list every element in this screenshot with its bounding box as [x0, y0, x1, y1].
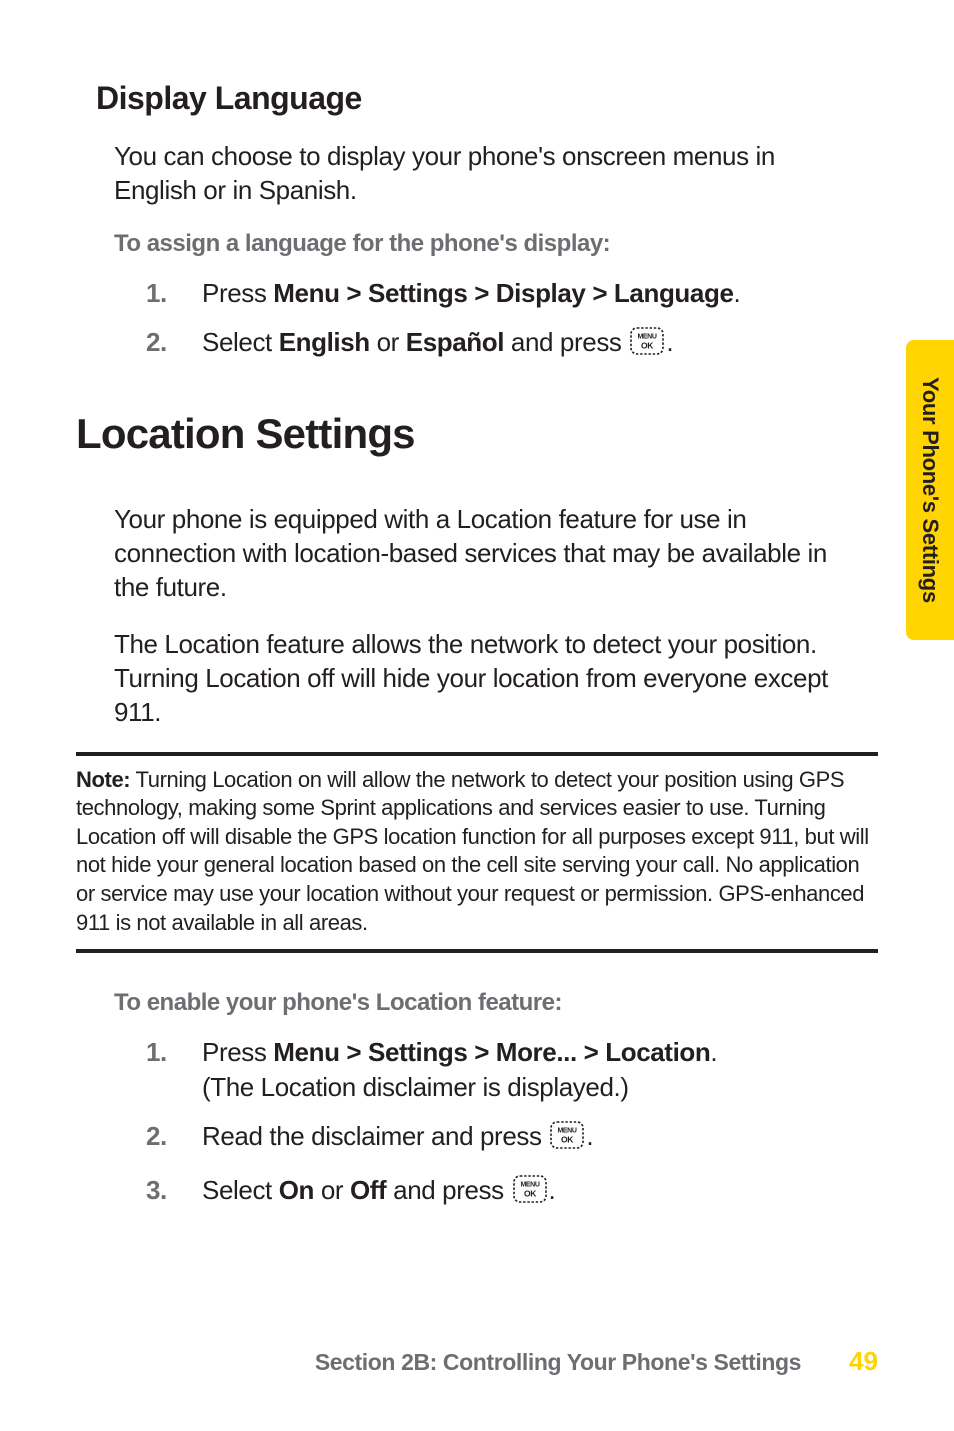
t: Read the disclaimer and press — [202, 1121, 548, 1151]
display-language-intro: You can choose to display your phone's o… — [114, 139, 848, 208]
footer-page-number: 49 — [849, 1346, 878, 1377]
step-number: 2. — [146, 325, 167, 360]
step-item: 1. Press Menu > Settings > Display > Lan… — [146, 276, 838, 311]
t: Select — [202, 1175, 279, 1205]
t: and press — [386, 1175, 510, 1205]
note-label: Note: — [76, 767, 130, 792]
option-off: Off — [350, 1175, 386, 1205]
menu-ok-key-icon — [513, 1175, 547, 1212]
step-pre: Press — [202, 278, 273, 308]
step-parenthetical: (The Location disclaimer is displayed.) — [202, 1072, 629, 1102]
location-steps: 1. Press Menu > Settings > More... > Loc… — [146, 1035, 838, 1211]
option-on: On — [279, 1175, 314, 1205]
step-post: . — [734, 278, 741, 308]
option-english: English — [279, 327, 370, 357]
page-content: Your Phone's Settings Display Language Y… — [0, 0, 954, 1431]
menu-path: Menu > Settings > Display > Language — [273, 278, 733, 308]
step-text: Press Menu > Settings > More... > Locati… — [202, 1037, 717, 1102]
option-espanol: Español — [406, 327, 504, 357]
t: . — [586, 1121, 593, 1151]
step-number: 2. — [146, 1119, 167, 1154]
t: . — [666, 327, 673, 357]
step-number: 1. — [146, 1035, 167, 1070]
step-text: Select English or Español and press . — [202, 327, 673, 357]
menu-ok-key-icon — [550, 1121, 584, 1158]
step-number: 1. — [146, 276, 167, 311]
step-item: 2. Read the disclaimer and press . — [146, 1119, 838, 1158]
step-item: 3. Select On or Off and press . — [146, 1173, 838, 1212]
step-text: Press Menu > Settings > Display > Langua… — [202, 278, 740, 308]
side-tab: Your Phone's Settings — [906, 340, 954, 640]
location-p2: The Location feature allows the network … — [114, 627, 848, 730]
menu-ok-key-icon — [630, 327, 664, 364]
step-item: 2. Select English or Español and press . — [146, 325, 838, 364]
t: Press — [202, 1037, 273, 1067]
t: . — [710, 1037, 717, 1067]
note-body: Turning Location on will allow the netwo… — [76, 767, 869, 935]
location-settings-heading: Location Settings — [76, 410, 878, 458]
step-item: 1. Press Menu > Settings > More... > Loc… — [146, 1035, 838, 1105]
t: or — [370, 327, 406, 357]
display-language-heading: Display Language — [96, 80, 878, 117]
location-p1: Your phone is equipped with a Location f… — [114, 502, 848, 605]
step-number: 3. — [146, 1173, 167, 1208]
side-tab-label: Your Phone's Settings — [917, 377, 943, 603]
t: Select — [202, 327, 279, 357]
t: or — [314, 1175, 350, 1205]
t: and press — [504, 327, 628, 357]
step-text: Select On or Off and press . — [202, 1175, 555, 1205]
display-language-instr: To assign a language for the phone's dis… — [114, 230, 878, 258]
step-text: Read the disclaimer and press . — [202, 1121, 593, 1151]
t: . — [549, 1175, 556, 1205]
display-language-steps: 1. Press Menu > Settings > Display > Lan… — [146, 276, 838, 364]
page-footer: Section 2B: Controlling Your Phone's Set… — [0, 1346, 954, 1377]
note-text: Note: Turning Location on will allow the… — [76, 766, 878, 938]
note-block: Note: Turning Location on will allow the… — [76, 752, 878, 954]
footer-section-title: Section 2B: Controlling Your Phone's Set… — [315, 1349, 801, 1376]
menu-path: Menu > Settings > More... > Location — [273, 1037, 710, 1067]
location-instr: To enable your phone's Location feature: — [114, 989, 878, 1017]
